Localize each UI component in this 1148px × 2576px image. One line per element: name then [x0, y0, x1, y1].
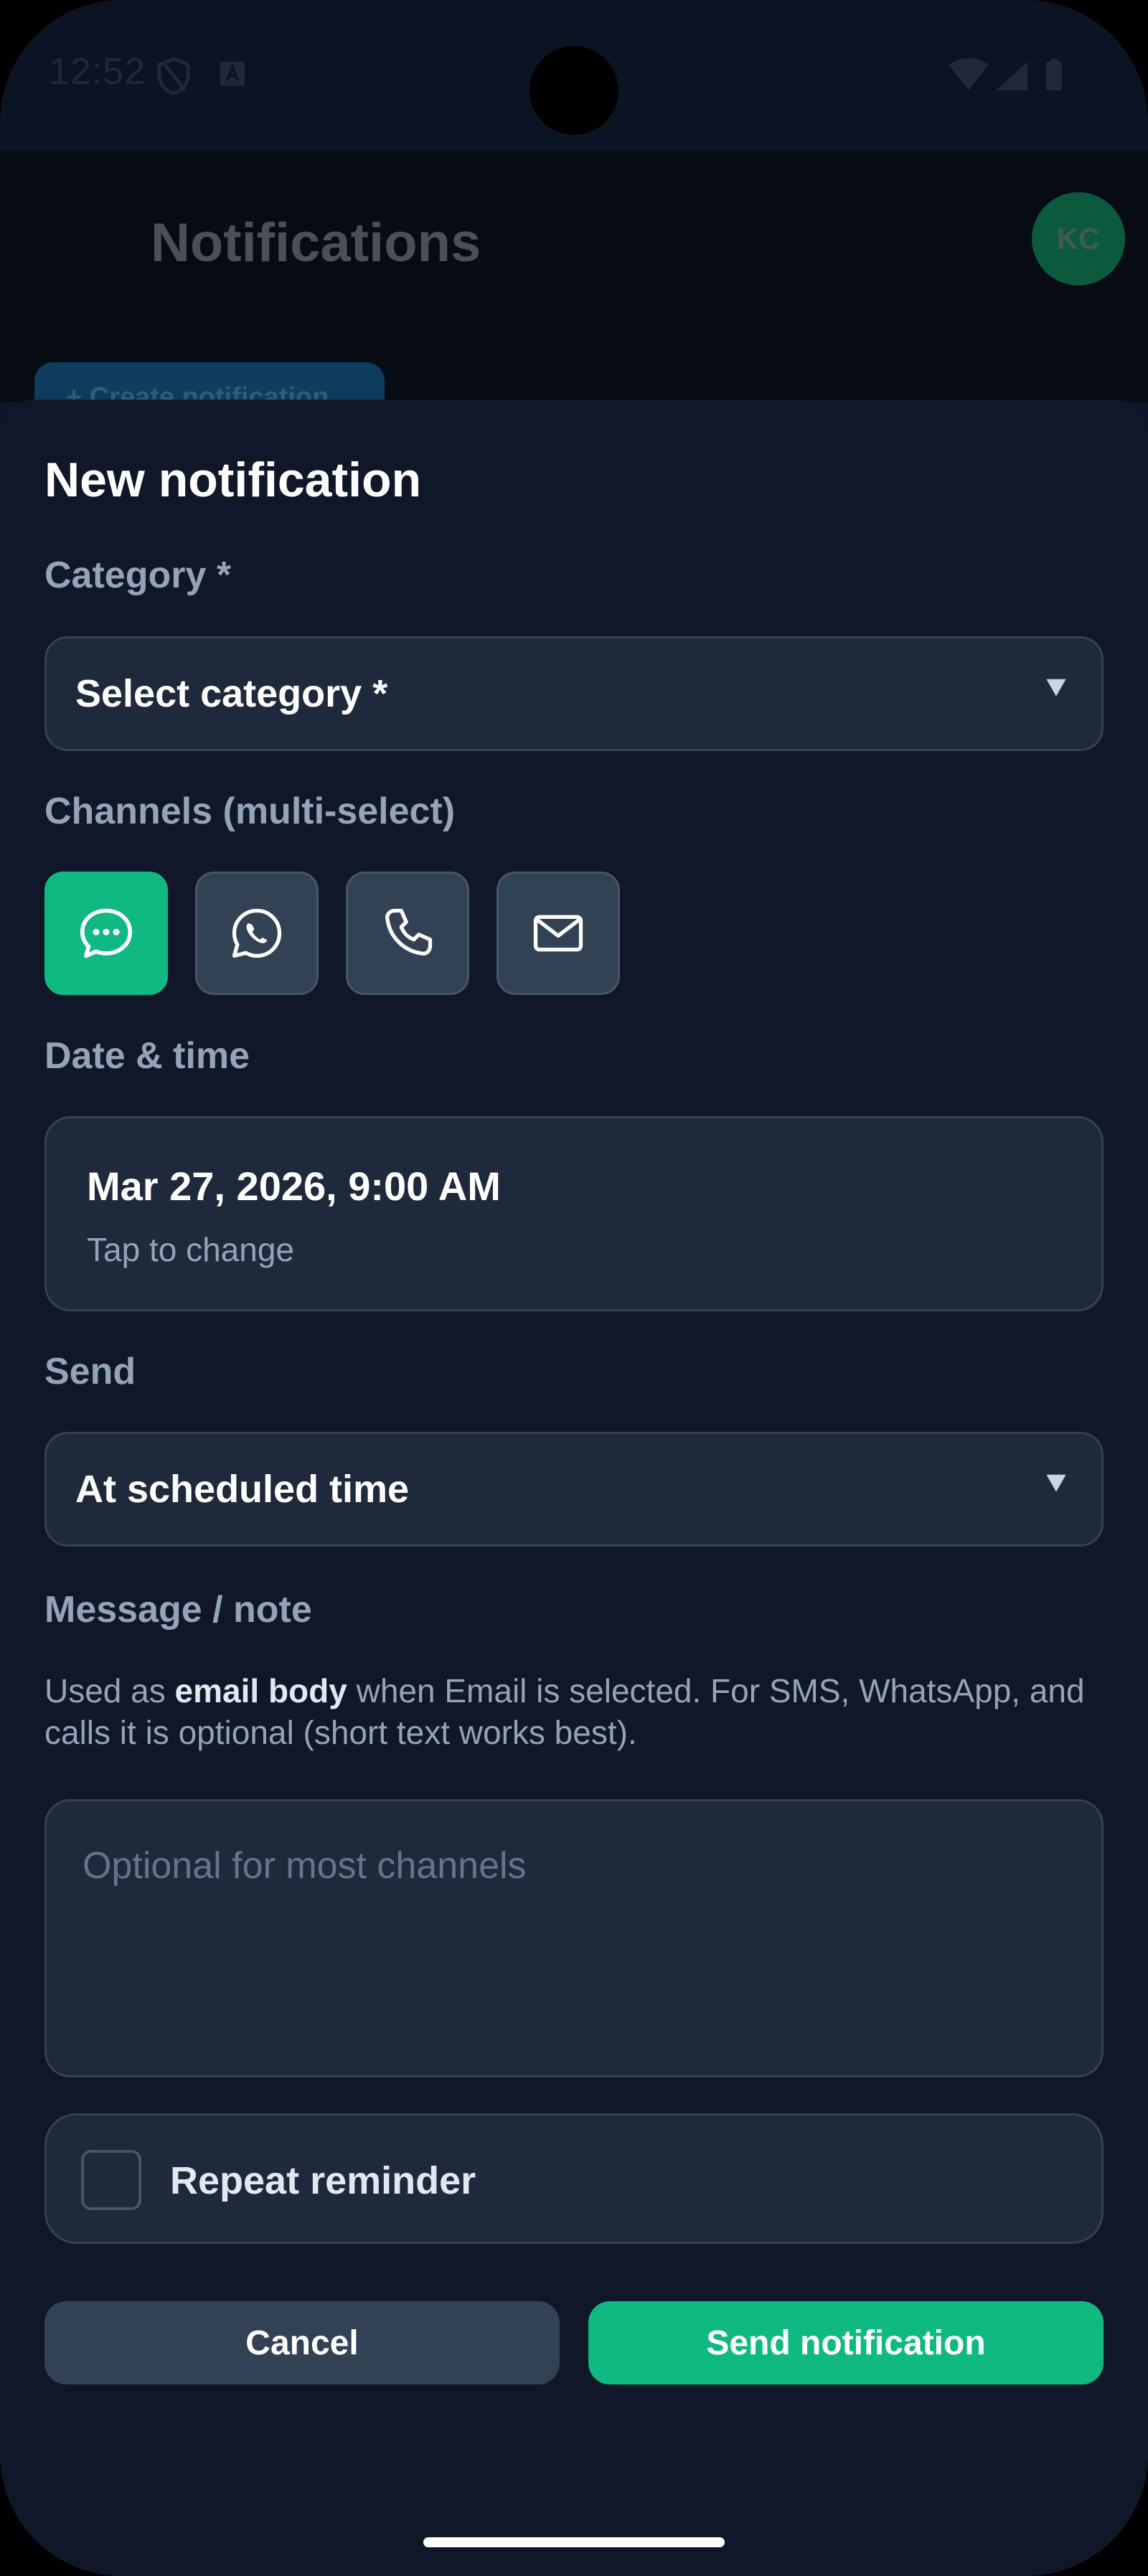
home-indicator[interactable] [423, 2537, 725, 2547]
avatar[interactable]: KC [1032, 192, 1125, 286]
wifi-icon [949, 58, 989, 90]
channel-whatsapp[interactable] [195, 872, 319, 995]
send-notification-button[interactable]: Send notification [588, 2301, 1104, 2384]
helper-bold-text: email body [174, 1672, 347, 1709]
datetime-hint: Tap to change [87, 1231, 295, 1268]
category-label: Category * [44, 555, 232, 596]
message-label: Message / note [44, 1589, 312, 1631]
signal-icon [996, 62, 1027, 90]
phone-icon [385, 908, 433, 956]
category-select[interactable]: Select category * [44, 636, 1104, 751]
message-helper-text: Used as email body when Email is selecte… [44, 1672, 1085, 1751]
cancel-button[interactable]: Cancel [44, 2301, 560, 2384]
repeat-reminder-label: Repeat reminder [170, 2159, 476, 2202]
channel-email[interactable] [497, 872, 620, 995]
message-placeholder: Optional for most channels [83, 1845, 527, 1887]
front-camera [530, 46, 618, 135]
status-time: 12:52 [49, 51, 146, 93]
channels-label: Channels (multi-select) [44, 791, 456, 832]
system-status-icons [949, 58, 1062, 90]
message-textarea[interactable]: Optional for most channels [44, 1799, 1104, 2077]
a-badge-icon [220, 61, 245, 87]
email-icon [533, 915, 583, 952]
sms-icon [80, 908, 133, 958]
channel-call[interactable] [346, 872, 469, 995]
chevron-down-icon [1046, 679, 1066, 697]
shield-icon [157, 57, 190, 95]
datetime-picker[interactable]: Mar 27, 2026, 9:00 AM Tap to change [44, 1116, 1104, 1311]
status-bar: 12:52 [0, 0, 1148, 151]
sheet-title: New notification [44, 453, 422, 507]
category-select-value: Select category * [75, 672, 388, 715]
send-timing-value: At scheduled time [75, 1468, 410, 1511]
repeat-reminder-row[interactable]: Repeat reminder [44, 2113, 1104, 2244]
datetime-value: Mar 27, 2026, 9:00 AM [87, 1164, 501, 1209]
phone-screen: 12:52 Notifications KC + Create notifica… [0, 0, 1148, 2576]
chevron-down-icon [1046, 1474, 1066, 1492]
battery-icon [1046, 62, 1062, 90]
send-timing-select[interactable]: At scheduled time [44, 1432, 1104, 1547]
repeat-reminder-checkbox[interactable] [81, 2150, 141, 2210]
page-title: Notifications [151, 212, 481, 273]
datetime-label: Date & time [44, 1035, 250, 1077]
channel-sms[interactable] [44, 872, 168, 995]
send-label: Send [44, 1351, 136, 1392]
whatsapp-icon [232, 908, 282, 958]
